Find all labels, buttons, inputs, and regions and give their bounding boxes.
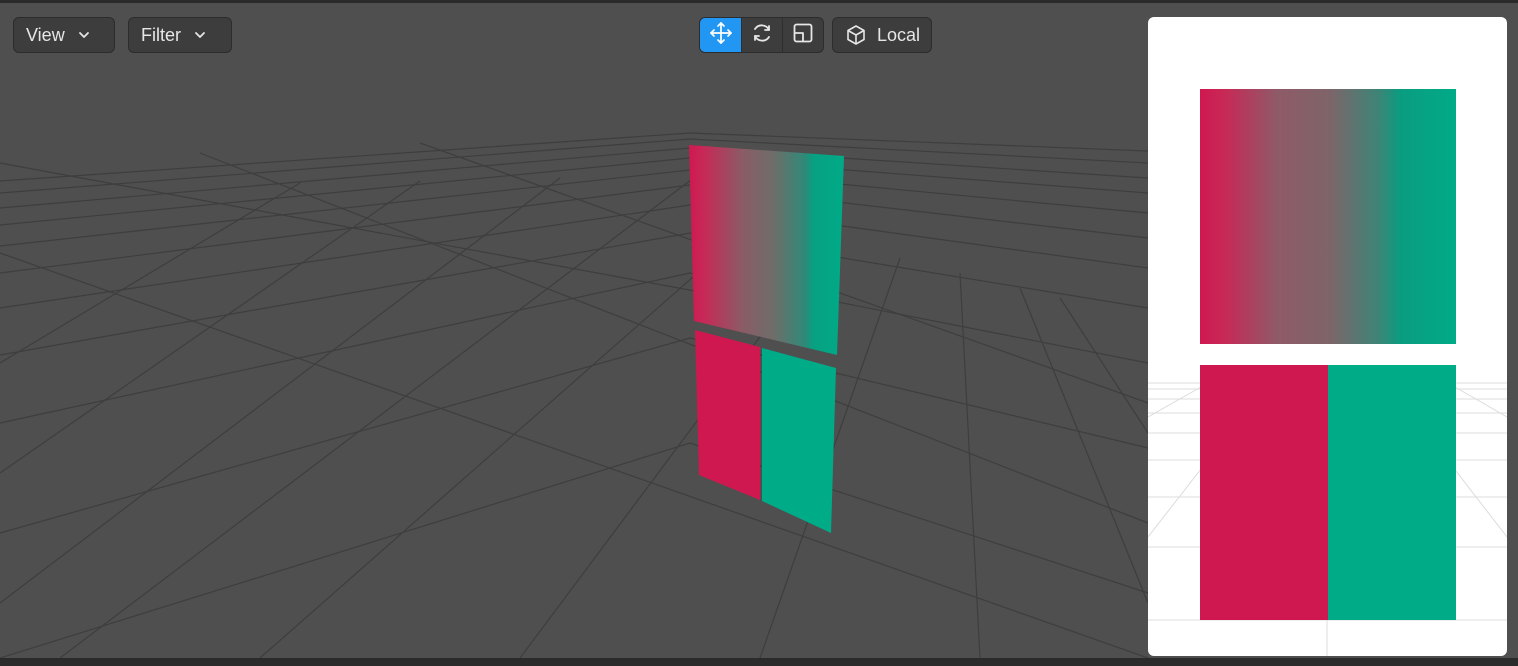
cube-icon bbox=[845, 24, 867, 46]
split-plane-teal[interactable] bbox=[762, 348, 836, 533]
split-plane-red[interactable] bbox=[695, 330, 760, 500]
chevron-down-icon bbox=[77, 28, 91, 42]
chevron-down-icon bbox=[193, 28, 207, 42]
window-bottom-border bbox=[0, 658, 1518, 666]
preview-split-plane-teal bbox=[1328, 365, 1456, 620]
preview-gradient-plane bbox=[1200, 89, 1456, 344]
view-menu-button[interactable]: View bbox=[13, 17, 115, 53]
preview-split-plane-red bbox=[1200, 365, 1328, 620]
transform-tool-group bbox=[699, 17, 824, 53]
scale-icon bbox=[792, 22, 814, 49]
view-menu-label: View bbox=[26, 24, 65, 45]
rotate-tool-button[interactable] bbox=[741, 18, 782, 52]
filter-menu-label: Filter bbox=[141, 24, 181, 45]
move-arrows-icon bbox=[709, 21, 733, 50]
ground-grid bbox=[0, 132, 1149, 658]
gradient-plane[interactable] bbox=[689, 145, 844, 355]
filter-menu-button[interactable]: Filter bbox=[128, 17, 232, 53]
space-toggle-button[interactable]: Local bbox=[832, 17, 932, 53]
rotate-icon bbox=[750, 21, 774, 50]
space-toggle-label: Local bbox=[877, 24, 921, 45]
move-tool-button[interactable] bbox=[700, 18, 741, 52]
scale-tool-button[interactable] bbox=[782, 18, 823, 52]
camera-preview-panel bbox=[1148, 17, 1507, 656]
